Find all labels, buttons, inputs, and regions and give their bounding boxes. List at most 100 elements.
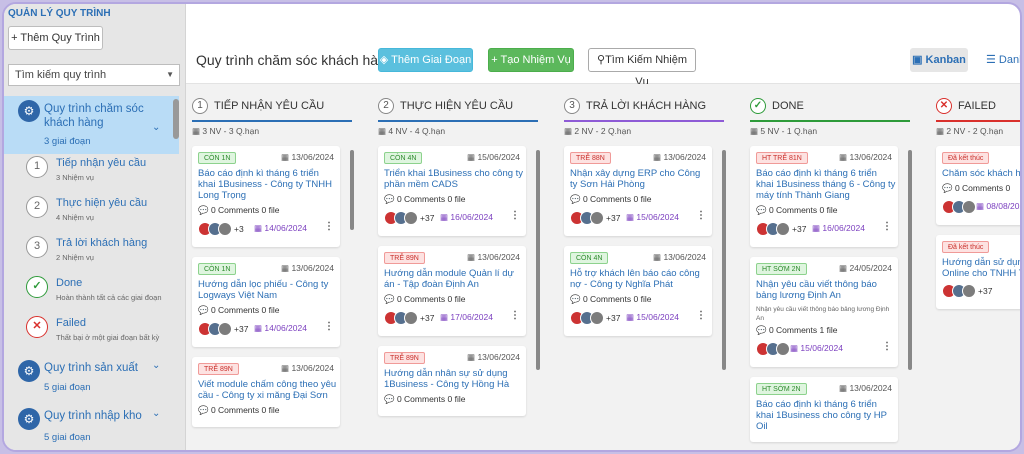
- column-name: THỰC HIỆN YÊU CẦU: [400, 100, 514, 112]
- kanban-board: 1 TIẾP NHẬN YÊU CẦU ▦ 3 NV - 3 Q.hạn CÒN…: [186, 84, 1022, 450]
- card-assignees[interactable]: +37: [570, 310, 620, 326]
- calendar-icon: ▦: [653, 152, 664, 162]
- card-assignees[interactable]: [942, 199, 978, 215]
- more-icon[interactable]: ⋮: [510, 310, 520, 321]
- more-icon[interactable]: ⋮: [324, 221, 334, 232]
- card-stats-text: 0 Comments 1 file: [768, 325, 838, 335]
- calendar-icon: ▦: [839, 383, 850, 393]
- card-due-text: 08/08/202: [986, 201, 1022, 211]
- add-process-button[interactable]: + Thêm Quy Trình: [8, 26, 103, 50]
- card-title[interactable]: Hướng dẫn module Quản lí dự án - Tập đoà…: [384, 268, 524, 290]
- card-assignees[interactable]: +37: [384, 210, 434, 226]
- task-card[interactable]: Đã kết thúc Chăm sóc khách hà 💬 0 Comments…: [936, 146, 1022, 225]
- process-item-nk[interactable]: ⚙ Quy trình nhập kho ⌄ 5 giai đoạn: [4, 402, 179, 446]
- list-view-button[interactable]: ☰ Danh s: [986, 48, 1020, 72]
- task-card[interactable]: CÒN 4N ▦ 15/06/2024 Triển khai 1Business c…: [378, 146, 526, 236]
- card-title[interactable]: Báo cáo định kì tháng 6 triển khai 1Busi…: [198, 168, 338, 201]
- card-title[interactable]: Nhận yêu cầu viết thông báo bảng lương Đ…: [756, 279, 896, 301]
- column-header[interactable]: ✓ DONE: [750, 96, 910, 122]
- process-item-sx[interactable]: ⚙ Quy trình sản xuất ⌄ 5 giai đoạn: [4, 354, 179, 394]
- column-header[interactable]: 1 TIẾP NHẬN YÊU CẦU: [192, 96, 352, 122]
- card-title[interactable]: Hướng dẫn nhân sự sử dụng 1Business - Cô…: [384, 368, 524, 390]
- task-card[interactable]: HT TRỄ 81N ▦ 13/06/2024 Báo cáo định kì th…: [750, 146, 898, 247]
- assignee-count: +37: [420, 312, 435, 323]
- card-title[interactable]: Viết module chấm công theo yêu cầu - Côn…: [198, 379, 338, 401]
- column-header[interactable]: ✕ FAILED: [936, 96, 1020, 122]
- calendar-icon: ▦: [467, 252, 478, 262]
- task-card[interactable]: CÒN 4N ▦ 13/06/2024 Hỗ trợ khách lên báo c…: [564, 246, 712, 336]
- card-due-text: 16/06/2024: [450, 212, 493, 222]
- more-icon[interactable]: ⋮: [696, 210, 706, 221]
- task-card[interactable]: HT SỚM 2N ▦ 13/06/2024 Báo cáo định kì thá…: [750, 377, 898, 442]
- more-icon[interactable]: ⋮: [882, 221, 892, 232]
- status-badge: TRỄ 89N: [198, 363, 239, 375]
- chevron-down-icon[interactable]: ⌄: [152, 408, 160, 419]
- card-title[interactable]: Chăm sóc khách hà: [942, 168, 1020, 179]
- card-title[interactable]: Báo cáo định kì tháng 6 triển khai 1Busi…: [756, 399, 896, 432]
- card-desc: Nhận yêu cầu viết thông báo bảng lương Đ…: [756, 306, 890, 322]
- column-underline: [936, 120, 1020, 122]
- search-task-button[interactable]: ⚲Tìm Kiếm Nhiệm Vụ: [588, 48, 696, 88]
- column-scrollbar[interactable]: [908, 150, 912, 370]
- task-card[interactable]: CÒN 1N ▦ 13/06/2024 Hướng dẫn lọc phiếu - …: [192, 257, 340, 347]
- card-due: ▦ 14/06/2024: [254, 223, 307, 234]
- calendar-icon: ▦: [467, 352, 478, 362]
- card-title[interactable]: Nhận xây dựng ERP cho Công ty Sơn Hải Ph…: [570, 168, 710, 190]
- status-badge: Đã kết thúc: [942, 241, 990, 253]
- task-card[interactable]: CÒN 1N ▦ 13/06/2024 Báo cáo định kì tháng …: [192, 146, 340, 247]
- card-title[interactable]: Triển khai 1Business cho công ty phần mề…: [384, 168, 524, 190]
- add-stage-button[interactable]: ◈ Thêm Giai Đoạn: [378, 48, 473, 72]
- column-scrollbar[interactable]: [350, 150, 354, 230]
- card-title[interactable]: Báo cáo định kì tháng 6 triển khai 1Busi…: [756, 168, 896, 201]
- column-2: 3 TRẢ LỜI KHÁCH HÀNG ▦ 2 NV - 2 Q.hạn TR…: [558, 92, 728, 450]
- card-date: ▦ 13/06/2024: [467, 252, 520, 263]
- process-icon: ⚙: [18, 360, 40, 382]
- task-card[interactable]: TRỄ 88N ▦ 13/06/2024 Nhận xây dựng ERP cho…: [564, 146, 712, 236]
- card-assignees[interactable]: [756, 341, 792, 357]
- chevron-down-icon[interactable]: ⌄: [152, 360, 160, 371]
- status-badge: CÒN 4N: [570, 252, 609, 264]
- process-item-cskh[interactable]: ⚙ Quy trình chăm sóc khách hàng ⌄ 3 giai…: [4, 96, 179, 154]
- column-scrollbar[interactable]: [536, 150, 540, 370]
- column-scrollbar[interactable]: [722, 150, 726, 370]
- card-stats: 💬 0 Comments 0: [942, 183, 1010, 194]
- more-icon[interactable]: ⋮: [882, 341, 892, 352]
- card-date-text: 13/06/2024: [663, 152, 706, 162]
- stage-name: Failed: [56, 317, 86, 329]
- more-icon[interactable]: ⋮: [696, 310, 706, 321]
- card-due-text: 15/06/2024: [800, 343, 843, 353]
- chevron-down-icon[interactable]: ⌄: [152, 122, 160, 133]
- column-header[interactable]: 3 TRẢ LỜI KHÁCH HÀNG: [564, 96, 724, 122]
- comment-icon: 💬: [384, 294, 397, 304]
- more-icon[interactable]: ⋮: [324, 321, 334, 332]
- card-assignees[interactable]: +3: [198, 221, 244, 237]
- card-title[interactable]: Hướng dẫn lọc phiếu - Công ty Logways Vi…: [198, 279, 338, 301]
- card-assignees[interactable]: +37: [384, 310, 434, 326]
- sidebar-title: QUẢN LÝ QUY TRÌNH: [8, 8, 111, 19]
- card-stats-text: 0 Comments 0 file: [768, 205, 838, 215]
- task-card[interactable]: TRỄ 89N ▦ 13/06/2024 Viết module chấm công…: [192, 357, 340, 427]
- card-assignees[interactable]: +37: [942, 283, 992, 299]
- kanban-view-button[interactable]: ▣ Kanban: [910, 48, 968, 72]
- card-assignees[interactable]: +37: [756, 221, 806, 237]
- calendar-icon: ▦: [839, 152, 850, 162]
- card-date-text: 13/06/2024: [663, 252, 706, 262]
- calendar-icon: ▦: [281, 263, 292, 273]
- task-card[interactable]: TRỄ 89N ▦ 13/06/2024 Hướng dẫn module Quản…: [378, 246, 526, 336]
- card-stats: 💬 0 Comments 0 file: [570, 194, 651, 205]
- card-due-text: 16/06/2024: [822, 223, 865, 233]
- card-title[interactable]: Hướng dẫn sử dụng Finance Online cho TNH…: [942, 257, 1020, 279]
- card-assignees[interactable]: +37: [570, 210, 620, 226]
- task-card[interactable]: TRỄ 89N ▦ 13/06/2024 Hướng dẫn nhân sự sử …: [378, 346, 526, 416]
- task-card[interactable]: Đã kết thúc Hướng dẫn sử dụng Finance Onl…: [936, 235, 1020, 309]
- process-search-select[interactable]: Tìm kiếm quy trình ▼: [8, 64, 180, 86]
- card-title[interactable]: Hỗ trợ khách lên báo cáo công nợ - Công …: [570, 268, 710, 290]
- sidebar-scrollbar[interactable]: [173, 99, 179, 139]
- task-card[interactable]: HT SỚM 2N ▦ 24/05/2024 Nhận yêu cầu viết t…: [750, 257, 898, 367]
- card-assignees[interactable]: +37: [198, 321, 248, 337]
- add-task-button[interactable]: + Tạo Nhiệm Vụ: [488, 48, 574, 72]
- column-header[interactable]: 2 THỰC HIỆN YÊU CẦU: [378, 96, 538, 122]
- calendar-icon: ▦: [281, 363, 292, 373]
- more-icon[interactable]: ⋮: [510, 210, 520, 221]
- column-name: FAILED: [958, 100, 996, 112]
